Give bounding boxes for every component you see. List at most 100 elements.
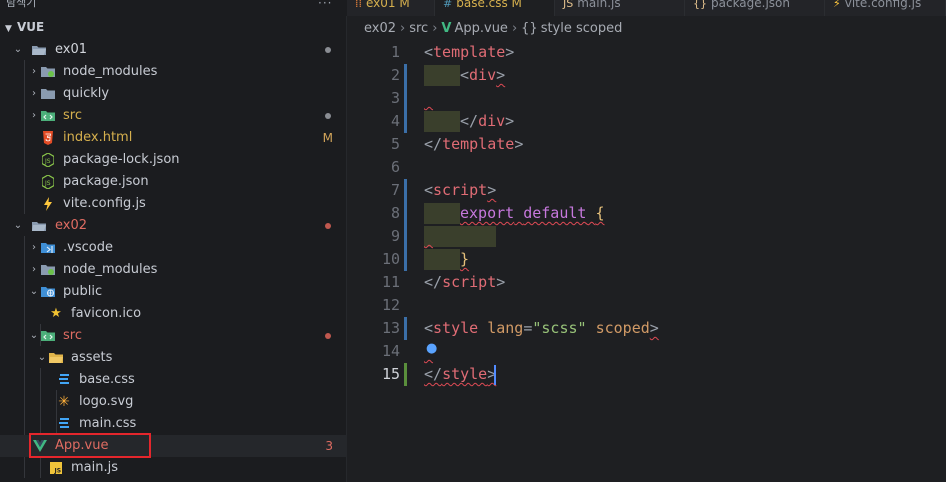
json-file-icon: {} — [693, 0, 707, 10]
line-number: 4 — [390, 112, 400, 130]
breadcrumb-item[interactable]: style scoped — [541, 21, 623, 36]
folder-open-icon — [31, 43, 47, 57]
tree-file-favicon[interactable]: ★ favicon.ico — [0, 303, 347, 325]
error-squiggle — [424, 87, 434, 110]
token: < — [424, 319, 434, 337]
svg-file-icon: ✳ — [58, 394, 70, 410]
tab-vite-config[interactable]: ⚡ vite.config.js — [825, 0, 946, 16]
tab-main-js[interactable]: JS main.js — [555, 0, 685, 16]
chevron-down-icon: ⌄ — [13, 44, 23, 55]
code-line-8: export default { — [424, 202, 605, 225]
svg-text:JS: JS — [54, 468, 62, 475]
tree-file-index-html[interactable]: index.html M — [0, 127, 347, 149]
tree-file-main-js[interactable]: JS main.js — [0, 457, 347, 479]
tree-folder-quickly[interactable]: › quickly — [0, 83, 347, 105]
tree-item-label: ex01 — [55, 42, 88, 57]
token: "scss" — [532, 319, 587, 337]
token: </ — [460, 112, 479, 130]
tree-file-main-css[interactable]: main.css — [0, 413, 347, 435]
chevron-right-icon: › — [432, 21, 438, 36]
tab-ex01[interactable]: ⁞⁞ ex01 M — [347, 0, 435, 16]
node-js-icon: JS — [40, 153, 56, 167]
tree-folder-public[interactable]: ⌄ public — [0, 281, 347, 303]
line-number: 11 — [381, 273, 400, 291]
tab-label: package.json — [711, 0, 791, 10]
chevron-down-icon: ⌄ — [29, 286, 39, 297]
breadcrumb-item[interactable]: src — [409, 21, 428, 36]
tree-file-package-lock[interactable]: JS package-lock.json — [0, 149, 347, 171]
chevron-right-icon: › — [32, 110, 36, 121]
tree-file-package-json[interactable]: JS package.json — [0, 171, 347, 193]
annotation-highlight-box — [29, 433, 151, 458]
tree-item-label: quickly — [63, 86, 110, 101]
git-change-bar — [404, 363, 407, 386]
breadcrumb: ex02 › src › V App.vue ›{} style scoped — [364, 18, 622, 40]
tab-package-json[interactable]: {} package.json — [685, 0, 825, 16]
chevron-down-icon: ⌄ — [37, 352, 47, 363]
folder-icon: ⁞⁞ — [355, 0, 362, 10]
tab-base-css[interactable]: # base.css M — [435, 0, 555, 16]
js-file-icon: JS — [48, 461, 64, 475]
code-line-10: } — [424, 248, 469, 271]
breadcrumb-item[interactable]: ex02 — [364, 21, 396, 36]
code-line-15: </style> — [424, 363, 496, 386]
tree-folder-node-modules[interactable]: › node_modules — [0, 259, 347, 281]
more-actions-icon[interactable]: ··· — [318, 0, 332, 10]
workspace-section-header[interactable]: ▼ VUE — [0, 16, 347, 38]
token: < — [424, 181, 434, 199]
token: </ — [424, 365, 443, 383]
tree-folder-src[interactable]: › src — [0, 105, 347, 127]
token: < — [424, 43, 434, 61]
token: } — [460, 250, 470, 268]
svg-text:JS: JS — [44, 180, 51, 187]
css-file-icon — [56, 417, 72, 431]
tree-folder-vscode[interactable]: › .vscode — [0, 237, 347, 259]
tree-folder-ex02[interactable]: ⌄ ex02 — [0, 215, 347, 237]
chevron-right-icon: › — [32, 66, 36, 77]
error-dot — [325, 223, 331, 229]
tree-file-logo-svg[interactable]: ✳ logo.svg — [0, 391, 347, 413]
breadcrumb-item[interactable]: App.vue — [454, 21, 507, 36]
git-change-bar — [404, 179, 407, 271]
tree-folder-assets[interactable]: ⌄ assets — [0, 347, 347, 369]
tree-item-label: logo.svg — [79, 394, 134, 409]
error-dot — [325, 333, 331, 339]
css-file-icon — [56, 373, 72, 387]
token: > — [514, 135, 524, 153]
tree-file-base-css[interactable]: base.css — [0, 369, 347, 391]
token: style — [442, 365, 488, 383]
tree-item-label: ex02 — [55, 218, 88, 233]
line-number: 15 — [381, 365, 400, 383]
tab-label: main.js — [577, 0, 621, 10]
tree-item-label: vite.config.js — [63, 196, 146, 211]
node-folder-icon — [40, 65, 56, 79]
modified-dot — [325, 113, 331, 119]
tree-item-label: index.html — [63, 130, 133, 145]
tree-item-label: main.css — [79, 416, 137, 431]
code-editor[interactable]: ex02 › src › V App.vue ›{} style scoped 1 2 3 4… — [348, 16, 946, 482]
code-line-11: </script> — [424, 271, 505, 294]
lightning-icon — [40, 197, 56, 211]
tree-folder-src[interactable]: ⌄ src — [0, 325, 347, 347]
tree-item-label: node_modules — [63, 64, 158, 79]
public-folder-icon — [40, 285, 56, 299]
js-file-icon: JS — [563, 0, 574, 10]
chevron-right-icon: › — [32, 242, 36, 253]
tab-label: base.css M — [456, 0, 522, 10]
chevron-down-icon: ▼ — [5, 24, 12, 34]
tree-folder-node-modules[interactable]: › node_modules — [0, 61, 347, 83]
tree-item-label: base.css — [79, 372, 135, 387]
code-line-7: <script> — [424, 179, 496, 202]
chevron-right-icon: › — [32, 264, 36, 275]
token: template — [433, 43, 506, 61]
token: { — [595, 204, 605, 222]
line-number: 2 — [390, 66, 400, 84]
token: div — [469, 66, 497, 84]
tree-folder-ex01[interactable]: ⌄ ex01 — [0, 39, 347, 61]
top-bar: 탐색기 ··· ⁞⁞ ex01 M # base.css M JS main.js {… — [0, 0, 946, 16]
css-file-icon: # — [443, 0, 453, 10]
code-line-4: </div> — [460, 110, 514, 133]
tree-file-vite-config[interactable]: vite.config.js — [0, 193, 347, 215]
tab-label: vite.config.js — [844, 0, 922, 10]
chevron-right-icon: › — [400, 21, 406, 36]
